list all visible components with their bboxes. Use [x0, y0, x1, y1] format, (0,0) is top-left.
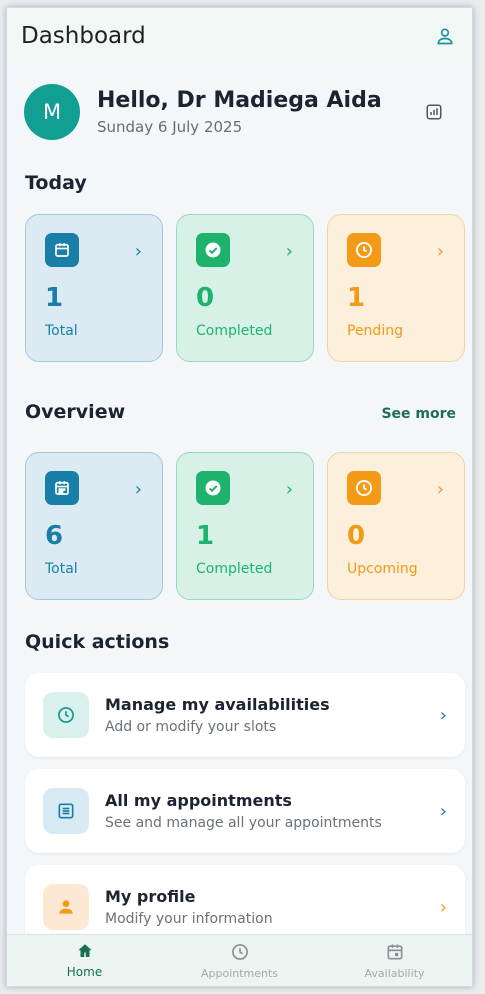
overview-upcoming-label: Upcoming [347, 561, 418, 577]
action-text: Manage my availabilities Add or modify y… [105, 695, 440, 735]
action-subtitle: Modify your information [105, 911, 273, 927]
chevron-right-icon: › [285, 479, 293, 500]
chevron-right-icon: › [439, 704, 447, 726]
chevron-right-icon: › [439, 896, 447, 918]
overview-completed-label: Completed [196, 561, 273, 577]
greeting-header: M Hello, Dr Madiega Aida Sunday 6 July 2… [24, 82, 455, 142]
action-subtitle: Add or modify your slots [105, 719, 277, 735]
bar-chart-icon [426, 104, 442, 120]
action-subtitle: See and manage all your appointments [105, 815, 382, 831]
overview-total-value: 6 [45, 521, 64, 551]
greeting-date: Sunday 6 July 2025 [97, 118, 243, 136]
greeting-name: Hello, Dr Madiega Aida [97, 88, 382, 113]
today-pending-card[interactable]: › 1 Pending [327, 214, 465, 362]
nav-availability[interactable]: Availability [320, 942, 470, 980]
overview-completed-value: 1 [196, 521, 215, 551]
today-completed-label: Completed [196, 323, 273, 339]
nav-label: Appointments [200, 966, 279, 980]
home-icon [77, 944, 92, 957]
overview-completed-card[interactable]: › 1 Completed [176, 452, 314, 600]
clock-icon [43, 692, 89, 738]
today-title: Today [25, 172, 87, 194]
today-completed-value: 0 [196, 283, 215, 313]
today-total-card[interactable]: › 1 Total [25, 214, 163, 362]
calendar-month-icon [45, 471, 79, 505]
check-circle-icon [196, 233, 230, 267]
calendar-icon [45, 233, 79, 267]
app-screen: Dashboard M Hello, Dr Madiega Aida Sunda… [6, 7, 473, 987]
person-icon [43, 884, 89, 930]
today-pending-label: Pending [347, 323, 403, 339]
chevron-right-icon: › [436, 241, 444, 262]
today-pending-value: 1 [347, 283, 366, 313]
today-total-label: Total [45, 323, 78, 339]
action-title: All my appointments [105, 791, 292, 810]
profile-button[interactable] [432, 23, 458, 49]
chevron-right-icon: › [134, 241, 142, 262]
calendar-icon [387, 944, 402, 959]
greeting-text: Hello, Dr Madiega Aida Sunday 6 July 202… [97, 88, 419, 136]
app-bar: Dashboard [7, 8, 472, 64]
see-more-link[interactable]: See more [381, 406, 456, 422]
stats-button[interactable] [419, 97, 449, 127]
overview-upcoming-value: 0 [347, 521, 366, 551]
action-text: My profile Modify your information [105, 887, 440, 927]
overview-total-label: Total [45, 561, 78, 577]
overview-title: Overview [25, 401, 126, 423]
today-total-value: 1 [45, 283, 64, 313]
clock-icon [347, 471, 381, 505]
chevron-right-icon: › [436, 479, 444, 500]
action-title: Manage my availabilities [105, 695, 330, 714]
overview-total-card[interactable]: › 6 Total [25, 452, 163, 600]
chevron-right-icon: › [134, 479, 142, 500]
manage-availabilities-action[interactable]: Manage my availabilities Add or modify y… [25, 673, 465, 757]
page-title: Dashboard [21, 23, 146, 49]
nav-label: Home [66, 965, 103, 979]
nav-label: Availability [364, 966, 425, 980]
today-completed-card[interactable]: › 0 Completed [176, 214, 314, 362]
clock-icon [347, 233, 381, 267]
quick-actions-title: Quick actions [25, 631, 170, 653]
chevron-right-icon: › [285, 241, 293, 262]
person-icon [437, 28, 453, 45]
avatar[interactable]: M [24, 84, 80, 140]
list-icon [43, 788, 89, 834]
overview-upcoming-card[interactable]: › 0 Upcoming [327, 452, 465, 600]
nav-appointments[interactable]: Appointments [165, 942, 315, 980]
chevron-right-icon: › [439, 800, 447, 822]
bottom-navigation: Home Appointments Availability [7, 934, 472, 986]
check-circle-icon [196, 471, 230, 505]
action-title: My profile [105, 887, 196, 906]
nav-home[interactable]: Home [10, 942, 160, 979]
all-appointments-action[interactable]: All my appointments See and manage all y… [25, 769, 465, 853]
clock-icon [231, 943, 248, 960]
today-cards: › 1 Total › 0 Completed › 1 Pending [25, 214, 465, 362]
overview-cards: › 6 Total › 1 Completed › 0 Upcoming [25, 452, 465, 600]
action-text: All my appointments See and manage all y… [105, 791, 440, 831]
